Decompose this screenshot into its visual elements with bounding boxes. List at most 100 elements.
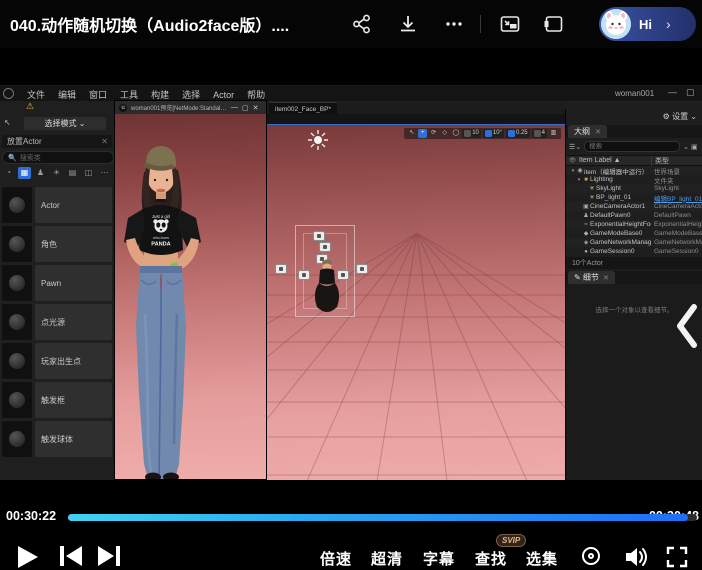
actor-name: SkyLight bbox=[596, 185, 651, 192]
window-minimize-icon[interactable]: — bbox=[668, 87, 677, 97]
picture-in-picture-icon[interactable] bbox=[499, 13, 521, 35]
menu-item[interactable]: 构建 bbox=[151, 90, 169, 100]
download-icon[interactable] bbox=[397, 13, 419, 35]
progress-bar[interactable] bbox=[68, 514, 697, 521]
details-tab[interactable]: ✎ 细节 ✕ bbox=[568, 271, 615, 284]
more-icon[interactable] bbox=[443, 13, 465, 35]
all-classes-category-icon[interactable]: ⋯ bbox=[98, 167, 111, 179]
outliner-row[interactable]: ☀BP_light_01编辑BP_light_01 bbox=[566, 193, 702, 202]
fullscreen-icon[interactable] bbox=[666, 546, 688, 568]
place-actor-item[interactable]: 玩家出生点 bbox=[0, 343, 114, 379]
menu-item[interactable]: 文件 bbox=[27, 90, 45, 100]
window-maximize-icon[interactable]: ▢ bbox=[242, 104, 249, 112]
next-episode-button[interactable] bbox=[96, 545, 122, 567]
camera-speed-control[interactable]: 4 bbox=[532, 129, 547, 138]
scale-tool-icon[interactable]: ◇ bbox=[440, 129, 449, 138]
outliner-search-input[interactable] bbox=[584, 141, 680, 152]
subtitle-button[interactable]: 字幕 bbox=[423, 548, 455, 569]
place-actors-search[interactable]: 🔍 搜索类 bbox=[2, 151, 114, 164]
basic-category-icon[interactable]: ▦ bbox=[18, 167, 31, 179]
angle-snap-icon bbox=[485, 130, 492, 137]
select-mode-dropdown[interactable]: 选择模式 ⌄ bbox=[24, 117, 106, 130]
watch-together-icon[interactable] bbox=[582, 547, 600, 565]
world-coord-icon[interactable]: ◯ bbox=[451, 129, 460, 138]
actor-label: Actor bbox=[35, 187, 112, 223]
outliner-row[interactable]: ▾■Lighting文件夹 bbox=[566, 175, 702, 184]
ue-window-title: woman001 bbox=[615, 89, 654, 98]
maximize-viewport-icon[interactable]: ▥ bbox=[549, 129, 558, 138]
component-sprite[interactable] bbox=[275, 264, 287, 274]
find-button[interactable]: 查找 bbox=[475, 548, 507, 569]
menu-item[interactable]: 编辑 bbox=[58, 90, 76, 100]
outliner-view-options-icon[interactable]: ⌄ ▣ bbox=[683, 143, 697, 151]
menu-item[interactable]: Actor bbox=[213, 90, 234, 100]
characters-category-icon[interactable]: ♟ bbox=[34, 167, 47, 179]
audio-component-sprite[interactable] bbox=[319, 242, 331, 252]
preview-viewport[interactable]: Just a girl who loves PANDA bbox=[115, 114, 266, 479]
volumes-category-icon[interactable]: ◫ bbox=[82, 167, 95, 179]
lights-category-icon[interactable]: ☀ bbox=[50, 167, 63, 179]
level-viewport[interactable]: ↖ + ⟳ ◇ ◯ 10 10° 0.25 bbox=[267, 124, 565, 480]
outliner-tab[interactable]: 大纲 ✕ bbox=[568, 125, 607, 138]
mini-window-icon[interactable] bbox=[543, 13, 565, 35]
visual-effects-category-icon[interactable]: ▤ bbox=[66, 167, 79, 179]
outliner-filter-row: ☰⌄ ⌄ ▣ bbox=[566, 140, 702, 153]
playlist-drawer-toggle[interactable] bbox=[674, 302, 700, 350]
account-button[interactable]: Hi › bbox=[599, 7, 696, 41]
outliner-row[interactable]: ◈GameNetworkManager0GameNetworkManager bbox=[566, 238, 702, 247]
settings-button[interactable]: ⚙ 设置 ⌄ bbox=[663, 111, 697, 122]
window-maximize-icon[interactable]: ▢ bbox=[686, 87, 695, 98]
place-actors-categories: ◔▦♟☀▤◫⋯ bbox=[2, 166, 112, 180]
menu-item[interactable]: 选择 bbox=[182, 90, 200, 100]
actor-type-icon: ◉ bbox=[576, 167, 584, 174]
scale-snap-control[interactable]: 0.25 bbox=[506, 129, 530, 138]
previous-episode-button[interactable] bbox=[58, 545, 84, 567]
menu-item[interactable]: 工具 bbox=[120, 90, 138, 100]
window-close-icon[interactable]: ✕ bbox=[253, 104, 259, 112]
outliner-row[interactable]: ●GameSession0GameSession0 bbox=[566, 247, 702, 256]
viewport-tab-strip: item002_Face_BP* bbox=[267, 102, 565, 114]
character-in-level[interactable] bbox=[309, 253, 345, 319]
outliner-row[interactable]: ♟DefaultPawn0DefaultPawn bbox=[566, 211, 702, 220]
close-icon[interactable]: ✕ bbox=[101, 137, 108, 146]
close-icon[interactable]: ✕ bbox=[603, 274, 609, 282]
place-actor-item[interactable]: 点光源 bbox=[0, 304, 114, 340]
place-actors-tab[interactable]: 放置Actor ✕ bbox=[2, 135, 112, 148]
actor-name: CineCameraActor1 bbox=[590, 203, 651, 210]
place-actor-item[interactable]: Pawn bbox=[0, 265, 114, 301]
place-actor-item[interactable]: Actor bbox=[0, 187, 114, 223]
actor-name: item（编辑器中运行） bbox=[584, 166, 651, 176]
sun-light-sprite[interactable] bbox=[307, 129, 329, 151]
speed-button[interactable]: 倍速 bbox=[320, 548, 352, 569]
move-tool-icon[interactable]: + bbox=[418, 129, 427, 138]
angle-snap-control[interactable]: 10° bbox=[483, 129, 504, 138]
outliner-row[interactable]: ≈ExponentialHeightFog0ExponentialHeightF… bbox=[566, 220, 702, 229]
volume-icon[interactable] bbox=[624, 546, 650, 568]
quality-button[interactable]: 超清 bbox=[371, 548, 403, 569]
component-sprite[interactable] bbox=[356, 264, 368, 274]
episodes-button[interactable]: 选集 bbox=[526, 548, 558, 569]
recently-placed-category-icon[interactable]: ◔ bbox=[2, 167, 15, 179]
play-button[interactable] bbox=[16, 545, 38, 569]
close-icon[interactable]: ✕ bbox=[595, 128, 601, 136]
filter-icon[interactable]: ☰⌄ bbox=[569, 143, 581, 151]
menu-item[interactable]: 帮助 bbox=[247, 90, 265, 100]
video-frame[interactable]: 文件编辑窗口工具构建选择Actor帮助 woman001 — ▢ ⚠ ↖ 选择模… bbox=[0, 48, 702, 507]
place-actor-item[interactable]: 触发球体 bbox=[0, 421, 114, 457]
outliner-row[interactable]: ▣CineCameraActor1CineCameraActor bbox=[566, 202, 702, 211]
column-type[interactable]: 类型 bbox=[651, 156, 702, 166]
actor-type: GameModeBase bbox=[651, 230, 702, 237]
window-minimize-icon[interactable]: — bbox=[231, 104, 238, 111]
rotate-tool-icon[interactable]: ⟳ bbox=[429, 129, 438, 138]
grid-snap-control[interactable]: 10 bbox=[462, 129, 481, 138]
place-actor-item[interactable]: 触发框 bbox=[0, 382, 114, 418]
share-icon[interactable] bbox=[351, 13, 373, 35]
column-item-label[interactable]: Item Label ▲ bbox=[579, 157, 651, 164]
preview-titlebar[interactable]: u woman001预览[NetMode:Standalone 0] (64-b… bbox=[115, 101, 266, 114]
component-sprite[interactable] bbox=[313, 231, 325, 241]
edit-blueprint-link[interactable]: 编辑BP_light_01 bbox=[651, 193, 702, 203]
outliner-row[interactable]: ◆GameModeBase0GameModeBase bbox=[566, 229, 702, 238]
menu-item[interactable]: 窗口 bbox=[89, 90, 107, 100]
place-actor-item[interactable]: 角色 bbox=[0, 226, 114, 262]
select-tool-icon[interactable]: ↖ bbox=[407, 129, 416, 138]
